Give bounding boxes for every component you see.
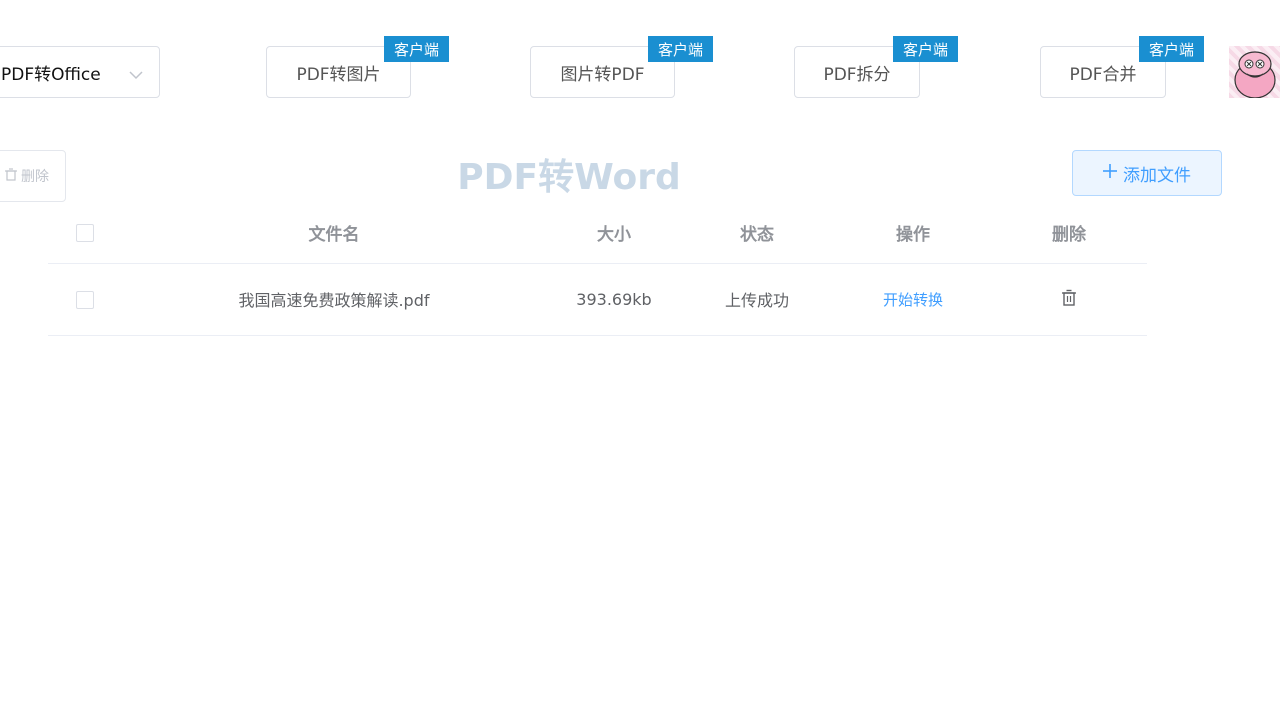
client-badge: 客户端 bbox=[893, 36, 958, 62]
header-size: 大小 bbox=[597, 224, 631, 245]
table-row-divider bbox=[48, 335, 1147, 336]
client-badge: 客户端 bbox=[1139, 36, 1204, 62]
avatar[interactable] bbox=[1229, 46, 1280, 98]
add-file-label: 添加文件 bbox=[1123, 165, 1191, 186]
image-to-pdf-label: 图片转PDF bbox=[560, 64, 645, 85]
start-convert-link[interactable]: 开始转换 bbox=[853, 284, 973, 314]
select-all-checkbox[interactable] bbox=[76, 224, 94, 242]
pdf-to-image-label: PDF转图片 bbox=[296, 64, 381, 85]
trash-icon bbox=[5, 167, 17, 185]
converter-select[interactable]: PDF转Office bbox=[0, 46, 160, 98]
header-status: 状态 bbox=[740, 224, 774, 245]
table-header-divider bbox=[48, 263, 1147, 264]
row-checkbox[interactable] bbox=[76, 291, 94, 309]
row-delete-button[interactable] bbox=[1054, 284, 1084, 314]
converter-select-value: PDF转Office bbox=[1, 64, 101, 85]
pdf-merge-label: PDF合并 bbox=[1069, 64, 1137, 85]
client-badge: 客户端 bbox=[384, 36, 449, 62]
plus-icon bbox=[1103, 163, 1117, 183]
bulk-delete-button[interactable]: 删除 bbox=[0, 150, 66, 202]
page-title: PDF转Word bbox=[457, 157, 681, 198]
add-file-button[interactable]: 添加文件 bbox=[1072, 150, 1222, 196]
bulk-delete-label: 删除 bbox=[21, 169, 49, 185]
row-filename: 我国高速免费政策解读.pdf bbox=[238, 291, 430, 310]
header-action: 操作 bbox=[896, 224, 930, 245]
trash-icon bbox=[1061, 289, 1077, 310]
client-badge: 客户端 bbox=[648, 36, 713, 62]
chevron-down-icon bbox=[129, 65, 143, 85]
header-filename: 文件名 bbox=[308, 224, 360, 245]
row-status: 上传成功 bbox=[724, 291, 789, 310]
start-convert-label: 开始转换 bbox=[882, 290, 943, 309]
header-delete: 删除 bbox=[1052, 224, 1086, 245]
pdf-split-label: PDF拆分 bbox=[823, 64, 891, 85]
row-size: 393.69kb bbox=[576, 289, 652, 309]
